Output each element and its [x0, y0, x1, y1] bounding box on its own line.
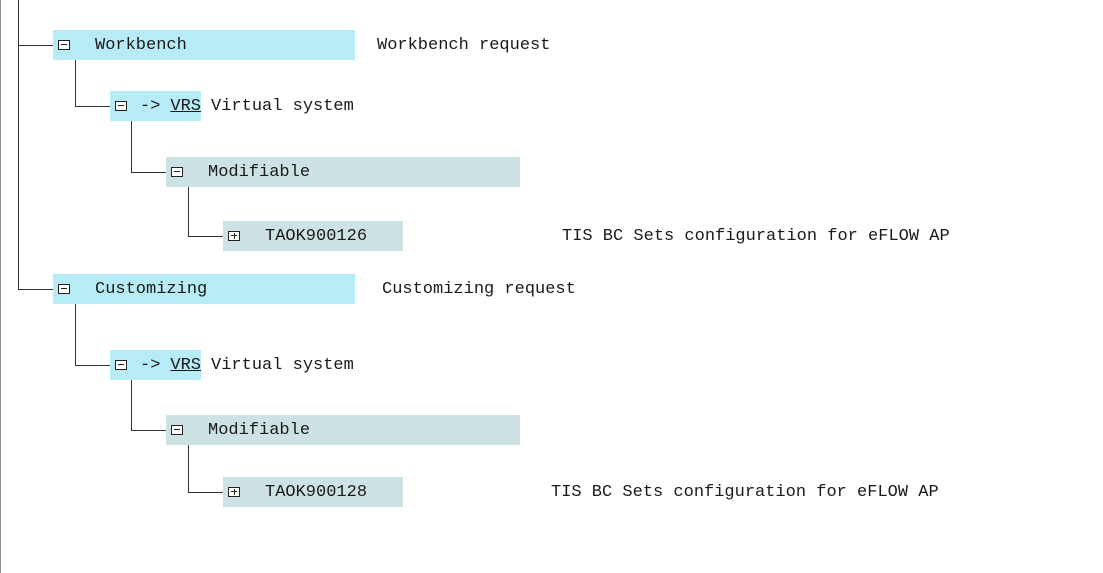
tree-line-wb-level3	[131, 120, 132, 172]
folder-expanded-icon[interactable]	[110, 91, 132, 121]
target-system-code[interactable]: VRS	[160, 91, 202, 121]
target-system-name: Virtual system	[211, 355, 354, 375]
tree-line-cu-level3	[131, 379, 132, 430]
request-description: TIS BC Sets configuration for eFLOW AP	[562, 226, 950, 246]
tree-line-wb-level2	[75, 58, 76, 106]
tree-node-workbench[interactable]: Workbench	[53, 30, 355, 60]
tree-line-wb-status	[131, 172, 166, 173]
target-arrow: ->	[132, 350, 161, 380]
tree-line-cu-status	[131, 430, 166, 431]
tree-line-wb-request	[188, 236, 223, 237]
target-system-code[interactable]: VRS	[160, 350, 202, 380]
request-id[interactable]: TAOK900128	[245, 477, 403, 507]
folder-expanded-icon[interactable]	[110, 350, 132, 380]
panel-left-border	[0, 0, 1, 573]
node-label[interactable]: Workbench	[75, 30, 355, 60]
node-label[interactable]: Customizing	[75, 274, 355, 304]
tree-line-customizing	[18, 289, 53, 290]
target-arrow: ->	[132, 91, 161, 121]
tree-node-request-wb[interactable]: TAOK900126	[223, 221, 403, 251]
tree-line-cu-request	[188, 492, 223, 493]
tree-line-wb-target	[75, 106, 110, 107]
node-description: Customizing request	[382, 279, 576, 299]
tree-line-cu-level2	[75, 302, 76, 365]
status-label[interactable]: Modifiable	[188, 157, 520, 187]
folder-expanded-icon[interactable]	[53, 274, 75, 304]
tree-node-request-cu[interactable]: TAOK900128	[223, 477, 403, 507]
folder-collapsed-icon[interactable]	[223, 221, 245, 251]
folder-collapsed-icon[interactable]	[223, 477, 245, 507]
folder-expanded-icon[interactable]	[53, 30, 75, 60]
status-label[interactable]: Modifiable	[188, 415, 520, 445]
tree-node-workbench-target[interactable]: -> VRS Virtual system	[110, 91, 354, 121]
tree-line-wb-level4	[188, 186, 189, 236]
tree-node-workbench-status[interactable]: Modifiable	[166, 157, 520, 187]
folder-expanded-icon[interactable]	[166, 157, 188, 187]
tree-line-cu-target	[75, 365, 110, 366]
request-description: TIS BC Sets configuration for eFLOW AP	[551, 482, 939, 502]
tree-line-cu-level4	[188, 444, 189, 492]
tree-node-customizing-target[interactable]: -> VRS Virtual system	[110, 350, 354, 380]
tree-node-customizing[interactable]: Customizing	[53, 274, 355, 304]
request-id[interactable]: TAOK900126	[245, 221, 403, 251]
node-description: Workbench request	[377, 35, 551, 55]
tree-line-workbench	[18, 45, 53, 46]
folder-expanded-icon[interactable]	[166, 415, 188, 445]
tree-line-root	[18, 0, 19, 289]
target-system-name: Virtual system	[211, 96, 354, 116]
tree-node-customizing-status[interactable]: Modifiable	[166, 415, 520, 445]
